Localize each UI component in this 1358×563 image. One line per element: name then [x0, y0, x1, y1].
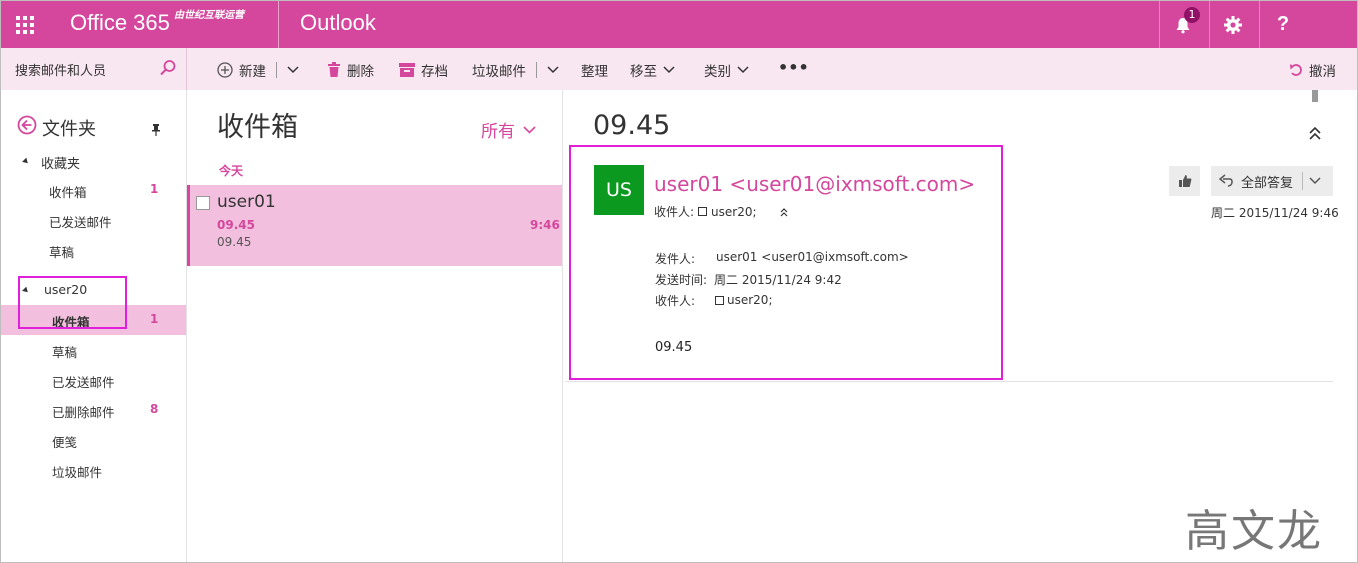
- message-subject: 09.45: [217, 218, 255, 232]
- plus-circle-icon: [217, 62, 233, 78]
- question-mark-icon: ?: [1276, 13, 1290, 35]
- reply-all-button[interactable]: 全部答复: [1211, 166, 1333, 196]
- reading-pane: 09.45 US user01 <user01@ixmsoft.com> 收件人…: [563, 90, 1357, 562]
- app-launcher-button[interactable]: [1, 1, 48, 48]
- highlight-annotation: [18, 276, 127, 329]
- favorites-group[interactable]: 收藏夹: [41, 153, 80, 172]
- chevron-down-icon[interactable]: [547, 66, 559, 74]
- junk-label: 垃圾邮件: [472, 64, 526, 80]
- new-button[interactable]: 新建: [217, 60, 299, 80]
- message-row[interactable]: user01 09.45 9:46 09.45: [187, 185, 562, 266]
- archive-button[interactable]: 存档: [399, 60, 448, 80]
- folder-label: 收件箱: [49, 185, 87, 200]
- separator: [276, 62, 277, 78]
- outlook-window: Office 365 由世纪互联运营 Outlook 1 ? 搜索邮件和人员 新…: [0, 0, 1358, 563]
- undo-label: 撤消: [1309, 64, 1336, 80]
- favorites-item-drafts[interactable]: 草稿: [1, 235, 186, 265]
- favorites-item-sent[interactable]: 已发送邮件: [1, 205, 186, 235]
- chevron-down-icon: [523, 125, 536, 134]
- help-button[interactable]: ?: [1259, 1, 1306, 48]
- brand-operator-logo: 由世纪互联运营: [174, 10, 244, 21]
- highlight-annotation: [569, 145, 1003, 380]
- categories-button[interactable]: 类别: [704, 60, 749, 80]
- account-item-notes[interactable]: 便笺: [1, 425, 186, 455]
- junk-button[interactable]: 垃圾邮件: [472, 60, 559, 80]
- message-list: 收件箱 所有 今天 user01 09.45 9:46 09.45: [187, 90, 563, 562]
- sweep-button[interactable]: 整理: [581, 60, 608, 80]
- trash-icon: [328, 62, 340, 77]
- waffle-icon: [15, 15, 34, 34]
- topbar-divider: [278, 1, 279, 48]
- filter-label: 所有: [481, 122, 515, 142]
- sweep-label: 整理: [581, 64, 608, 80]
- archive-box-icon: [399, 63, 415, 77]
- received-date: 周二 2015/11/24 9:46: [1211, 206, 1339, 220]
- move-to-button[interactable]: 移至: [630, 60, 675, 80]
- account-item-drafts[interactable]: 草稿: [1, 335, 186, 365]
- chevron-down-icon: [737, 66, 749, 74]
- back-arrow-circle-icon[interactable]: [17, 115, 37, 135]
- command-bar: 搜索邮件和人员 新建 删除 存档 垃圾邮件 整理 移至 类别 ••• 撤消: [1, 48, 1357, 90]
- categories-label: 类别: [704, 64, 731, 80]
- unread-count: 1: [150, 182, 159, 196]
- message-checkbox[interactable]: [196, 196, 210, 210]
- archive-label: 存档: [421, 64, 448, 80]
- message-sender: user01: [217, 192, 276, 212]
- collapse-all-icon[interactable]: [1308, 126, 1322, 140]
- folder-label: 草稿: [49, 245, 75, 260]
- search-input[interactable]: 搜索邮件和人员: [15, 60, 106, 79]
- gear-icon: [1224, 15, 1242, 34]
- folder-label: 已删除邮件: [52, 405, 115, 420]
- like-button[interactable]: [1169, 166, 1200, 196]
- folder-label: 草稿: [52, 345, 78, 360]
- search-icon[interactable]: [159, 59, 177, 77]
- pin-icon[interactable]: [152, 124, 160, 136]
- more-dots-icon: •••: [778, 58, 809, 77]
- reply-all-icon: [1219, 174, 1233, 187]
- account-item-junk[interactable]: 垃圾邮件: [1, 455, 186, 485]
- scrollbar-thumb[interactable]: [1312, 90, 1318, 102]
- top-bar: Office 365 由世纪互联运营 Outlook 1 ?: [1, 1, 1357, 48]
- folder-label: 便笺: [52, 435, 78, 450]
- delete-button[interactable]: 删除: [327, 60, 374, 80]
- thumbs-up-icon: [1178, 175, 1191, 187]
- folder-label: 已发送邮件: [52, 375, 115, 390]
- office365-brand[interactable]: Office 365: [70, 10, 170, 36]
- message-preview: 09.45: [217, 235, 252, 249]
- folder-label: 垃圾邮件: [52, 465, 103, 480]
- settings-button[interactable]: [1209, 1, 1256, 48]
- undo-button[interactable]: 撤消: [1289, 60, 1336, 80]
- separator: [536, 62, 537, 78]
- unread-count: 1: [150, 312, 159, 326]
- app-name[interactable]: Outlook: [300, 10, 376, 36]
- new-label: 新建: [239, 64, 266, 80]
- reply-all-label: 全部答复: [1241, 175, 1294, 191]
- message-divider: [565, 381, 1333, 382]
- search-box[interactable]: 搜索邮件和人员: [1, 48, 187, 90]
- filter-dropdown[interactable]: 所有: [481, 117, 536, 142]
- notifications-button[interactable]: 1: [1159, 1, 1206, 48]
- folder-label: 已发送邮件: [49, 215, 112, 230]
- author-watermark: 高文龙: [1185, 506, 1323, 557]
- move-to-label: 移至: [630, 64, 657, 80]
- chevron-down-icon[interactable]: [1309, 177, 1321, 185]
- notification-badge: 1: [1184, 7, 1200, 23]
- delete-label: 删除: [347, 64, 374, 80]
- unread-count: 8: [150, 402, 159, 416]
- favorites-item-inbox[interactable]: 收件箱 1: [1, 175, 186, 205]
- folders-title[interactable]: 文件夹: [42, 115, 96, 141]
- message-list-title: 收件箱: [217, 112, 298, 143]
- message-time: 9:46: [530, 218, 560, 232]
- undo-icon: [1290, 64, 1302, 76]
- collapse-triangle-icon[interactable]: [22, 157, 30, 166]
- email-subject: 09.45: [593, 110, 671, 141]
- date-group-header: 今天: [219, 164, 244, 178]
- more-actions-button[interactable]: •••: [778, 58, 809, 77]
- chevron-down-icon: [663, 66, 675, 74]
- separator: [1302, 172, 1304, 190]
- account-item-sent[interactable]: 已发送邮件: [1, 365, 186, 395]
- chevron-down-icon[interactable]: [287, 66, 299, 74]
- account-item-deleted[interactable]: 已删除邮件 8: [1, 395, 186, 425]
- folder-pane: 文件夹 收藏夹 收件箱 1 已发送邮件 草稿 user20 收件箱 1 草稿 已…: [1, 90, 187, 562]
